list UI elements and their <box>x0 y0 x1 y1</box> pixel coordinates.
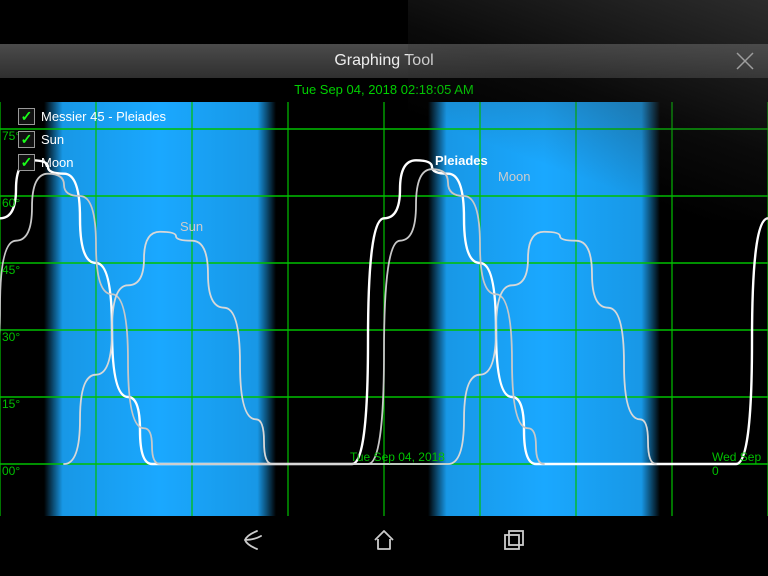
checkbox-icon: ✓ <box>18 108 35 125</box>
legend-label: Moon <box>41 155 74 170</box>
nav-home-button[interactable] <box>369 525 399 555</box>
close-button[interactable] <box>732 48 758 74</box>
android-navbar <box>0 516 768 564</box>
checkbox-icon: ✓ <box>18 131 35 148</box>
legend-label: Sun <box>41 132 64 147</box>
y-tick-60: 60° <box>2 196 20 210</box>
timestamp-label: Tue Sep 04, 2018 02:18:05 AM <box>0 82 768 102</box>
y-tick-00: 00° <box>2 464 20 478</box>
title-bar: Graphing Tool <box>0 44 768 78</box>
recents-icon <box>499 525 529 555</box>
nav-recents-button[interactable] <box>499 525 529 555</box>
checkbox-icon: ✓ <box>18 154 35 171</box>
legend-item-sun[interactable]: ✓ Sun <box>18 131 166 148</box>
page-title: Graphing Tool <box>334 52 433 70</box>
close-icon <box>735 51 755 71</box>
legend-item-pleiades[interactable]: ✓ Messier 45 - Pleiades <box>18 108 166 125</box>
nav-back-button[interactable] <box>239 525 269 555</box>
legend: ✓ Messier 45 - Pleiades ✓ Sun ✓ Moon <box>18 108 166 171</box>
home-icon <box>369 525 399 555</box>
back-icon <box>239 525 269 555</box>
y-tick-45: 45° <box>2 263 20 277</box>
y-tick-15: 15° <box>2 397 20 411</box>
device-frame: Graphing Tool Tue Sep 04, 2018 02:18:05 … <box>0 0 768 576</box>
legend-item-moon[interactable]: ✓ Moon <box>18 154 166 171</box>
y-tick-30: 30° <box>2 330 20 344</box>
legend-label: Messier 45 - Pleiades <box>41 109 166 124</box>
